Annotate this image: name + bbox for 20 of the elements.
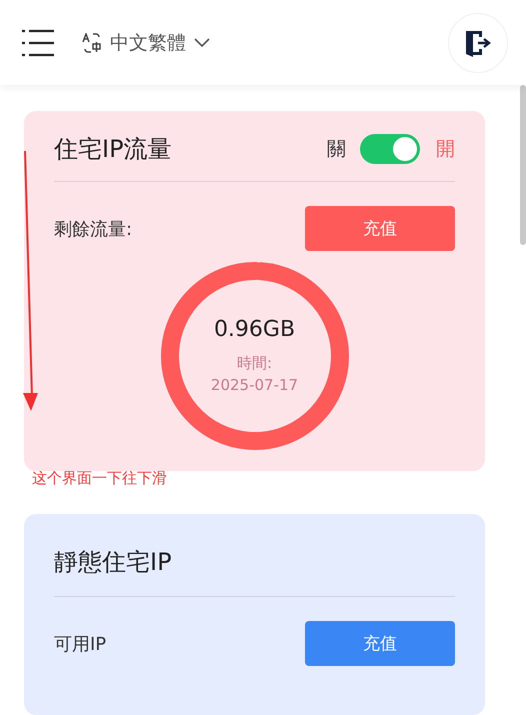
exit-door-icon <box>464 28 492 56</box>
remaining-amount: 0.96GB <box>214 316 296 342</box>
recharge-button[interactable]: 充值 <box>305 621 455 666</box>
remaining-label: 剩餘流量: <box>54 218 132 240</box>
card-title: 住宅IP流量 <box>54 134 172 165</box>
scrollbar-thumb[interactable] <box>520 85 526 245</box>
toggle-on-label: 開 <box>436 137 455 162</box>
toggle-switch[interactable] <box>360 134 420 164</box>
toggle-off-label: 關 <box>327 137 346 162</box>
recharge-button[interactable]: 充值 <box>305 206 455 251</box>
chevron-down-icon <box>194 38 210 48</box>
translate-icon <box>82 32 102 52</box>
available-ip-label: 可用IP <box>54 632 106 656</box>
language-selector[interactable]: 中文繁體 <box>82 30 210 56</box>
language-label: 中文繁體 <box>110 30 186 56</box>
annotation-text: 这个界面一下往下滑 <box>31 469 168 488</box>
menu-icon[interactable] <box>22 28 54 56</box>
time-label: 時間: <box>236 352 272 374</box>
date-text: 2025-07-17 <box>210 374 298 396</box>
card-title: 靜態住宅IP <box>54 547 172 578</box>
